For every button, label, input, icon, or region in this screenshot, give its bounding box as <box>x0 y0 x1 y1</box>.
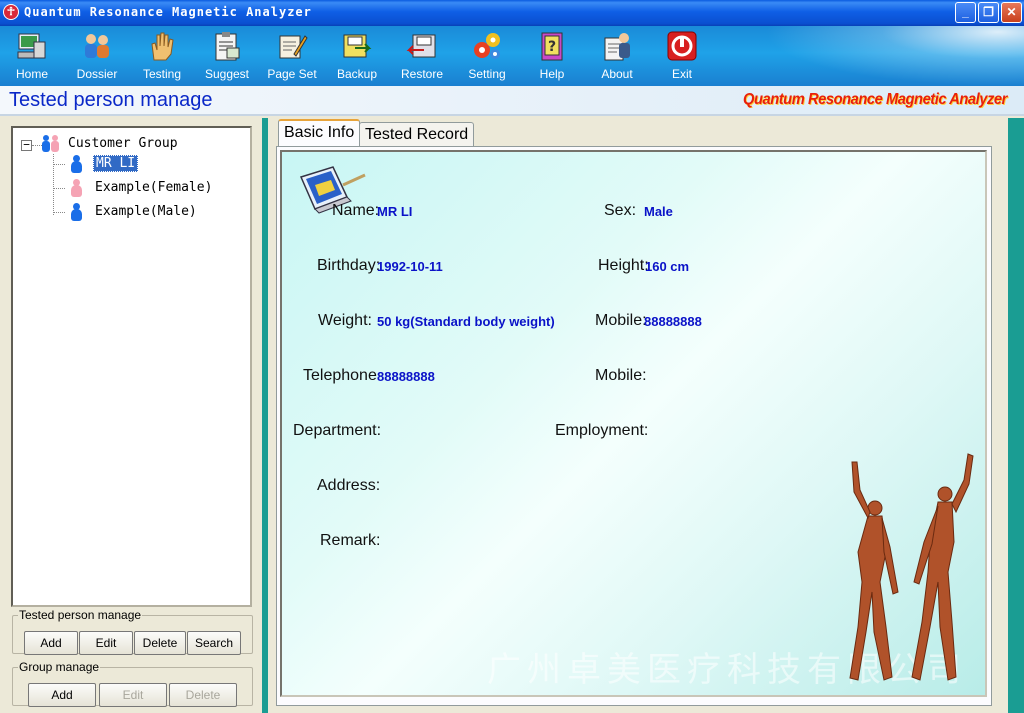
toolbar-label: Exit <box>671 67 692 81</box>
toolbar-backup-button[interactable]: Backup <box>325 26 389 86</box>
employment-label: Employment: <box>555 422 649 439</box>
clipboard-icon <box>215 32 240 61</box>
minimize-button[interactable]: _ <box>955 2 976 23</box>
group-edit-button[interactable]: Edit <box>99 683 167 707</box>
anatomy-figures-image <box>849 453 974 681</box>
toolbar-dossier-button[interactable]: Dossier <box>65 26 129 86</box>
pageset-icon <box>279 35 308 59</box>
tree-connector <box>53 212 65 213</box>
remark-label: Remark: <box>320 532 381 549</box>
telephone-label: Telephone <box>303 367 377 384</box>
group-people-icon <box>42 135 59 152</box>
sex-label: Sex: <box>604 202 637 219</box>
home-icon <box>17 33 46 59</box>
brand-logo-text: Quantum Resonance Magnetic Analyzer <box>743 91 1007 108</box>
close-button[interactable]: ✕ <box>1001 2 1022 23</box>
toolbar-about-button[interactable]: About <box>585 26 649 86</box>
mobile2-label: Mobile: <box>595 367 647 384</box>
about-icon <box>604 33 630 61</box>
dossier-icon <box>85 34 109 58</box>
tree-connector <box>53 164 65 165</box>
toolbar-restore-button[interactable]: Restore <box>390 26 454 86</box>
male-person-icon <box>70 155 82 173</box>
tree-item-label: MR LI <box>93 155 139 172</box>
tab-tested-record[interactable]: Tested Record <box>359 122 475 147</box>
person-add-button[interactable]: Add <box>24 631 78 655</box>
page-title: Tested person manage <box>9 89 213 111</box>
tree-item-mr-li[interactable]: MR LI <box>93 154 139 174</box>
address-label: Address: <box>317 477 381 494</box>
restore-icon <box>406 34 436 58</box>
telephone-value: 88888888 <box>377 369 435 384</box>
name-value: MR LI <box>377 204 413 219</box>
group-manage-group: Group manage Add Edit Delete <box>12 660 253 707</box>
collapse-toggle[interactable]: − <box>21 139 32 151</box>
female-person-icon <box>70 179 82 197</box>
person-edit-button[interactable]: Edit <box>79 631 133 655</box>
mobile-label: Mobile: <box>595 312 647 329</box>
toolbar-setting-button[interactable]: Setting <box>455 26 519 86</box>
tree-connector <box>53 188 65 189</box>
name-label: Name: <box>332 202 380 219</box>
gears-icon <box>474 33 500 59</box>
birthday-value: 1992-10-11 <box>377 259 443 274</box>
svg-text:?: ? <box>548 39 556 55</box>
tree-item-example-male[interactable]: Example(Male) <box>95 202 197 222</box>
group-legend: Group manage <box>19 660 100 674</box>
sex-value: Male <box>644 204 673 219</box>
height-label: Height: <box>598 257 649 274</box>
person-search-button[interactable]: Search <box>187 631 241 655</box>
group-add-button[interactable]: Add <box>28 683 96 707</box>
department-label: Department: <box>293 422 382 439</box>
person-info-card: 广州卓美医疗科技有限公司 Name: MR LI Sex: Male Birth… <box>280 150 987 697</box>
weight-value: 50 kg(Standard body weight) <box>377 314 555 329</box>
hand-icon <box>151 32 174 61</box>
app-logo-icon: ☥ <box>3 4 19 20</box>
height-value: 160 cm <box>645 259 690 274</box>
window-title: Quantum Resonance Magnetic Analyzer <box>24 5 312 19</box>
weight-label: Weight: <box>318 312 372 329</box>
tested-person-group: Tested person manage Add Edit Delete Sea… <box>12 608 253 655</box>
tree-item-example-female[interactable]: Example(Female) <box>95 178 212 198</box>
mobile-value: 88888888 <box>644 314 702 329</box>
page-header: Tested person manage Quantum Resonance M… <box>0 86 1024 116</box>
toolbar-suggest-button[interactable]: Suggest <box>195 26 259 86</box>
person-delete-button[interactable]: Delete <box>134 631 186 655</box>
toolbar-pageset-button[interactable]: Page Set <box>260 26 324 86</box>
backup-icon <box>343 34 372 58</box>
power-icon <box>667 31 697 61</box>
maximize-button[interactable]: ❐ <box>978 2 999 23</box>
main-toolbar: Home Dossier Testing Suggest Page Set Ba… <box>0 26 1024 86</box>
toolbar-help-button[interactable]: ? Help <box>520 26 584 86</box>
birthday-label: Birthday: <box>317 257 381 274</box>
toolbar-testing-button[interactable]: Testing <box>130 26 194 86</box>
title-bar: ☥ Quantum Resonance Magnetic Analyzer _ … <box>0 0 1024 26</box>
male-person-icon <box>70 203 82 221</box>
tab-basic-info[interactable]: Basic Info <box>278 119 361 146</box>
toolbar-home-button[interactable]: Home <box>0 26 64 86</box>
tree-root-label[interactable]: Customer Group <box>68 134 178 154</box>
left-panel: − Customer Group MR LI Example(Female) E… <box>0 118 268 713</box>
right-panel: Tested Record Basic Info 广州卓美医疗科技有限公司 Na… <box>268 118 1024 713</box>
basic-info-panel: 广州卓美医疗科技有限公司 Name: MR LI Sex: Male Birth… <box>276 146 992 706</box>
customer-tree[interactable]: − Customer Group MR LI Example(Female) E… <box>11 126 252 607</box>
help-book-icon: ? <box>541 32 563 61</box>
toolbar-exit-button[interactable]: Exit <box>650 26 714 86</box>
group-delete-button[interactable]: Delete <box>169 683 237 707</box>
group-legend: Tested person manage <box>19 608 142 622</box>
